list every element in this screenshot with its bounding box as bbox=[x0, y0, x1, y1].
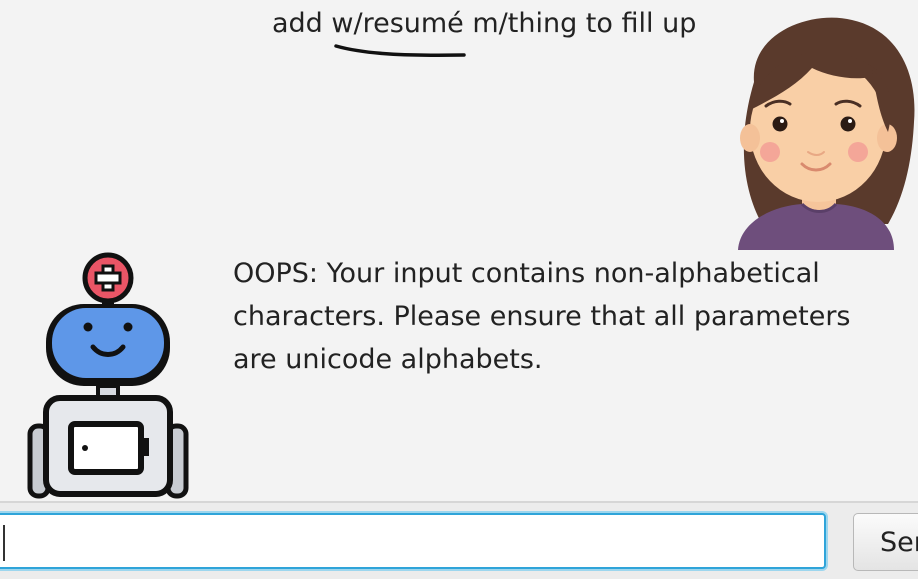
medical-robot-avatar-icon bbox=[27, 252, 189, 499]
send-button[interactable]: Send bbox=[853, 513, 918, 571]
text-cursor bbox=[3, 525, 5, 561]
bot-message: OOPS: Your input contains non-alphabetic… bbox=[233, 258, 851, 375]
input-bar: Send bbox=[0, 501, 918, 579]
chat-area: add w/resumé m/thing to fill up OOPS: Yo… bbox=[0, 0, 918, 501]
message-input[interactable] bbox=[0, 513, 826, 569]
handwritten-underline bbox=[334, 44, 466, 57]
user-message: add w/resumé m/thing to fill up bbox=[272, 8, 697, 39]
woman-avatar-icon bbox=[738, 17, 915, 250]
